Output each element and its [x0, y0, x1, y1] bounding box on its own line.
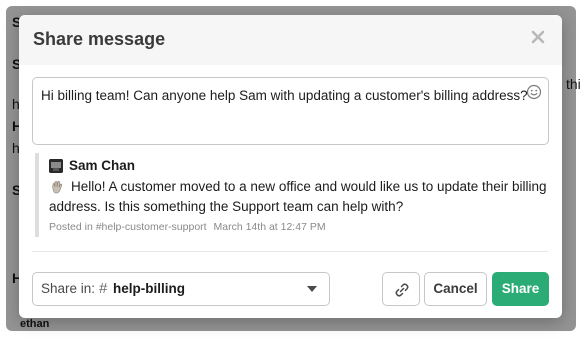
link-icon — [395, 283, 409, 297]
dialog-title: Share message — [33, 29, 166, 49]
shared-message-preview: Sam Chan Hello! A customer moved to a ne… — [35, 153, 547, 237]
copy-link-button[interactable] — [382, 272, 420, 306]
avatar — [49, 159, 63, 173]
message-meta: Posted in #help-customer-support March 1… — [49, 221, 330, 233]
avatar-image — [49, 159, 63, 173]
channel-select[interactable]: Share in: # help-billing — [32, 272, 330, 306]
selected-channel: help-billing — [113, 281, 185, 296]
message-input[interactable]: Hi billing team! Can anyone help Sam wit… — [32, 77, 549, 145]
share-button[interactable]: Share — [492, 272, 549, 306]
hash-icon: # — [99, 280, 108, 297]
quoted-text-line1: Hello! A customer moved to a new office … — [71, 179, 547, 194]
close-icon[interactable] — [528, 27, 548, 47]
waving-hand-icon — [52, 181, 63, 194]
smiley-icon[interactable] — [526, 84, 542, 100]
share-in-label: Share in: — [41, 281, 96, 296]
chevron-down-icon — [307, 286, 317, 292]
quoted-text-line2: address. Is this something the Support t… — [49, 199, 404, 214]
divider — [32, 251, 548, 252]
cancel-button[interactable]: Cancel — [424, 272, 487, 306]
dialog-header: Share message — [19, 15, 562, 65]
message-text[interactable]: Hi billing team! Can anyone help Sam wit… — [41, 88, 528, 103]
posted-in-link[interactable]: Posted in #help-customer-support — [49, 221, 207, 233]
author-name: Sam Chan — [69, 158, 136, 173]
message-timestamp[interactable]: March 14th at 12:47 PM — [214, 221, 326, 233]
